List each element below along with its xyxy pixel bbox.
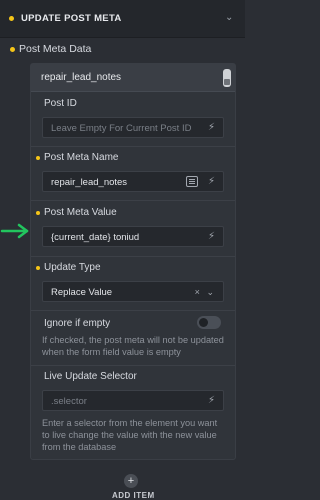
add-item-button[interactable]: + — [124, 474, 138, 488]
panel-header[interactable]: UPDATE POST META ⌄ — [0, 0, 245, 38]
ignore-if-empty-help: If checked, the post meta will not be up… — [42, 335, 224, 357]
field-dot — [36, 156, 40, 160]
live-update-selector-input[interactable]: .selector ⚡︎ — [42, 390, 224, 411]
divider — [31, 365, 235, 366]
live-update-selector-label: Live Update Selector — [44, 371, 137, 382]
panel-title: UPDATE POST META — [21, 13, 122, 24]
update-type-select[interactable]: Replace Value × ⌄ — [42, 281, 224, 302]
live-update-selector-placeholder: .selector — [51, 396, 87, 407]
bolt-icon[interactable]: ⚡︎ — [208, 122, 215, 133]
divider — [31, 256, 235, 257]
list-icon[interactable] — [186, 176, 198, 187]
post-id-label: Post ID — [44, 98, 77, 109]
divider — [31, 146, 235, 147]
field-dot — [36, 266, 40, 270]
post-id-input[interactable]: Leave Empty For Current Post ID ⚡︎ — [42, 117, 224, 138]
add-item-label[interactable]: ADD ITEM — [112, 491, 155, 500]
bolt-icon[interactable]: ⚡︎ — [208, 231, 215, 242]
section-label: Post Meta Data — [19, 43, 92, 55]
post-meta-value-value: {current_date} toniud — [51, 232, 140, 243]
update-type-value: Replace Value — [51, 287, 113, 298]
toggle-knob — [199, 318, 208, 327]
bolt-icon[interactable]: ⚡︎ — [208, 395, 215, 406]
annotation-arrow-icon — [0, 223, 29, 239]
ignore-if-empty-label: Ignore if empty — [44, 318, 111, 329]
repeater-item-header[interactable]: repair_lead_notes — [31, 64, 235, 92]
update-type-label: Update Type — [44, 262, 101, 273]
post-meta-value-input[interactable]: {current_date} toniud ⚡︎ — [42, 226, 224, 247]
left-rail — [0, 38, 12, 500]
divider — [31, 310, 235, 311]
status-dot — [9, 16, 14, 21]
scrollbar[interactable] — [223, 69, 231, 87]
field-dot — [36, 211, 40, 215]
clear-icon[interactable]: × — [195, 287, 200, 297]
ignore-if-empty-toggle[interactable] — [197, 316, 221, 329]
repeater-item-title: repair_lead_notes — [41, 72, 122, 83]
divider — [31, 200, 235, 201]
chevron-down-icon[interactable]: ⌄ — [225, 12, 233, 23]
post-meta-name-input[interactable]: repair_lead_notes ⚡︎ — [42, 171, 224, 192]
post-id-placeholder: Leave Empty For Current Post ID — [51, 123, 192, 134]
post-meta-name-label: Post Meta Name — [44, 152, 119, 163]
live-update-selector-help: Enter a selector from the element you wa… — [42, 418, 218, 452]
post-meta-value-label: Post Meta Value — [44, 207, 117, 218]
post-meta-name-value: repair_lead_notes — [51, 177, 128, 188]
section-dot — [10, 47, 15, 52]
bolt-icon[interactable]: ⚡︎ — [208, 176, 215, 187]
chevron-down-icon[interactable]: ⌄ — [206, 287, 214, 297]
